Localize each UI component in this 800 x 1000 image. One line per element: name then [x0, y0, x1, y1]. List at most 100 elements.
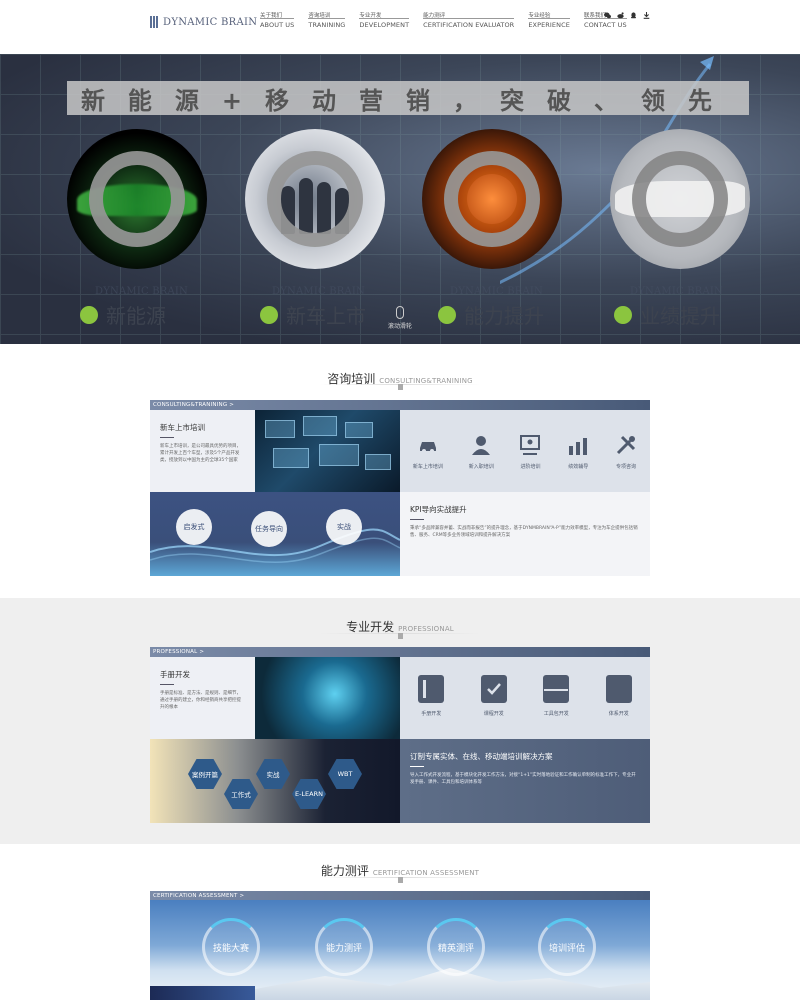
bubble-practice: 实战 — [326, 509, 362, 545]
download-icon[interactable] — [643, 4, 650, 19]
section-marker — [398, 384, 403, 390]
nav-item-experience[interactable]: 专业经验 EXPERIENCE — [528, 13, 570, 29]
nav-label-cn: 咨询培训 — [308, 13, 331, 19]
service-label: 手册开发 — [421, 711, 442, 717]
service-advanced-training[interactable]: 进阶培训 — [519, 434, 541, 470]
banner-label-new-car: 新车上市 — [260, 300, 366, 329]
logo[interactable]: DYNAMIC BRAIN — [150, 16, 257, 28]
card-text: 新车上市培训，是公司最具优势的项目，累计开发上百个车型，涉及5个产品开发类，授放… — [160, 444, 241, 463]
person-icon — [472, 436, 491, 455]
new-car-training-card[interactable]: 新车上市培训 新车上市培训，是公司最具优势的项目，累计开发上百个车型，涉及5个产… — [150, 410, 255, 492]
nav-label-cn: 关于我们 — [260, 13, 283, 19]
service-label: 工具包开发 — [543, 711, 569, 717]
stage-image — [150, 986, 255, 1000]
banner-circle-new-energy[interactable] — [67, 129, 207, 269]
green-dot-icon — [80, 305, 98, 324]
nav-label-cn: 能力测评 — [423, 13, 446, 19]
service-label: 新入职培训 — [468, 464, 494, 470]
service-label: 课程开发 — [483, 711, 504, 717]
professional-panel: 手册开发 手册是标准、是方法、是规则、是细节，通过手册的建立，你和经销商共享把控… — [150, 657, 650, 823]
wechat-icon[interactable] — [604, 4, 611, 19]
professional-icon-row: 手册开发 课程开发 工具包开发 体系开发 — [400, 657, 650, 739]
circle-ring — [89, 151, 185, 247]
card-underline — [160, 684, 174, 685]
cert-training-evaluation[interactable]: 培训评估 — [538, 918, 596, 976]
circle-ring — [267, 151, 363, 247]
custom-solution-card[interactable]: 订制专属实体、在线、移动端培训解决方案 导入工作式开发流程，基于模块化开发工作方… — [400, 739, 650, 823]
scroll-hint: 滚动滑轮 — [388, 306, 412, 330]
banner-label-performance: 业绩提升 — [614, 300, 720, 329]
service-course-dev[interactable]: 课程开发 — [480, 675, 507, 739]
circle-ring — [632, 151, 728, 247]
service-special-consulting[interactable]: 专项咨询 — [615, 434, 637, 470]
book-icon — [418, 675, 445, 703]
banner-label-text: 业绩提升 — [640, 304, 720, 328]
consulting-icon-row: 新车上市培训 新入职培训 进阶培训 绩效辅导 专项咨询 — [400, 410, 650, 492]
qq-icon[interactable] — [630, 4, 637, 19]
nav-label-en: EXPERIENCE — [528, 21, 570, 29]
nav-item-contact[interactable]: 联系我们 CONTACT US — [583, 13, 627, 29]
service-system-dev[interactable]: 体系开发 — [605, 675, 632, 739]
digital-screens-image — [255, 410, 400, 492]
header: DYNAMIC BRAIN 关于我们 ABOUT US 咨询培训 TRANINI… — [0, 0, 800, 54]
banner-ghost-text: DYNAMIC BRAIN — [450, 286, 544, 297]
banner-ghost-text: DYNAMIC BRAIN — [630, 286, 724, 297]
consulting-bar[interactable]: CONSULTING&TRANINING > — [150, 400, 650, 410]
car-icon — [419, 442, 436, 453]
mouse-icon — [396, 306, 404, 319]
manual-dev-card[interactable]: 手册开发 手册是标准、是方法、是规则、是细节，通过手册的建立，你和经销商共享把控… — [150, 657, 255, 739]
card-title: 新车上市培训 — [160, 423, 205, 432]
banner-circle-new-car[interactable] — [245, 129, 385, 269]
cert-skill-contest[interactable]: 技能大赛 — [202, 918, 260, 976]
service-new-car-training[interactable]: 新车上市培训 — [413, 434, 443, 470]
checklist-icon — [480, 675, 507, 703]
certification-panel: 技能大赛 能力测评 精英测评 培训评估 — [150, 900, 650, 1000]
banner-circle-ability[interactable] — [422, 129, 562, 269]
weibo-icon[interactable] — [617, 4, 624, 19]
banner-ghost-text: DYNAMIC BRAIN — [272, 286, 366, 297]
card-text: 秉承“多品牌兼容并蓄、实战而非报告”的提升理念，基于DYNMBRAIN“A-P”… — [410, 526, 638, 538]
bubble-task-oriented: 任务导向 — [251, 511, 287, 547]
banner-circle-performance[interactable] — [610, 129, 750, 269]
nav-label-cn: 专业经验 — [528, 13, 551, 19]
nav-label-en: CERTIFICATION EVALUATOR — [423, 21, 515, 29]
slogan-text: 新能源+移动营销，突破、领先 — [80, 86, 736, 115]
tools-icon — [616, 435, 636, 455]
service-label: 进阶培训 — [520, 464, 541, 470]
professional-bar[interactable]: PROFESSIONAL > — [150, 647, 650, 657]
page: DYNAMIC BRAIN 关于我们 ABOUT US 咨询培训 TRANINI… — [0, 0, 800, 1000]
social-icons — [604, 4, 650, 19]
growth-chart-icon — [569, 438, 588, 455]
card-text: 手册是标准、是方法、是规则、是细节，通过手册的建立，你和经销商共享把控提升的根本 — [160, 691, 241, 710]
nav-item-certification[interactable]: 能力测评 CERTIFICATION EVALUATOR — [423, 13, 515, 29]
card-text: 导入工作式开发流程，基于模块化开发工作方法，对接“1+1”实时落地验证和工作确认… — [410, 773, 636, 785]
nav-item-training[interactable]: 咨询培训 TRANINING — [308, 13, 346, 29]
cert-ability-assessment[interactable]: 能力测评 — [315, 918, 373, 976]
hex-case-opening: 案例开篇 — [188, 759, 222, 789]
nav-label-en: ABOUT US — [260, 21, 295, 29]
presentation-icon — [520, 435, 541, 455]
banner-label-text: 能力提升 — [464, 304, 544, 328]
card-title: KPI导向实战提升 — [410, 505, 467, 514]
circle-ring — [444, 151, 540, 247]
hero-banner: 新能源+移动营销，突破、领先 DYNAMIC BRAIN DYNAMIC BRA… — [0, 54, 800, 344]
cert-elite-assessment[interactable]: 精英测评 — [427, 918, 485, 976]
banner-ghost-text: DYNAMIC BRAIN — [95, 286, 189, 297]
main-nav: 关于我们 ABOUT US 咨询培训 TRANINING 专业开发 DEVELO… — [260, 13, 627, 29]
training-method-graphic: 启发式 任务导向 实战 — [150, 492, 400, 576]
nav-item-development[interactable]: 专业开发 DEVELOPMENT — [359, 13, 410, 29]
nav-label-cn: 专业开发 — [359, 13, 382, 19]
green-dot-icon — [438, 305, 456, 324]
hierarchy-icon — [605, 675, 632, 703]
banner-label-text: 新能源 — [106, 304, 166, 328]
kpi-card[interactable]: KPI导向实战提升 秉承“多品牌兼容并蓄、实战而非报告”的提升理念，基于DYNM… — [400, 492, 650, 576]
nav-item-about[interactable]: 关于我们 ABOUT US — [260, 13, 295, 29]
service-toolkit-dev[interactable]: 工具包开发 — [543, 675, 570, 739]
service-manual-dev[interactable]: 手册开发 — [418, 675, 445, 739]
briefcase-icon — [543, 675, 570, 703]
service-onboarding[interactable]: 新入职培训 — [469, 434, 494, 470]
hex-workflow: 工作式 — [224, 779, 258, 809]
nav-label-en: DEVELOPMENT — [359, 21, 410, 29]
nav-label-en: TRANINING — [308, 21, 346, 29]
service-performance-coaching[interactable]: 绩效辅导 — [567, 434, 589, 470]
